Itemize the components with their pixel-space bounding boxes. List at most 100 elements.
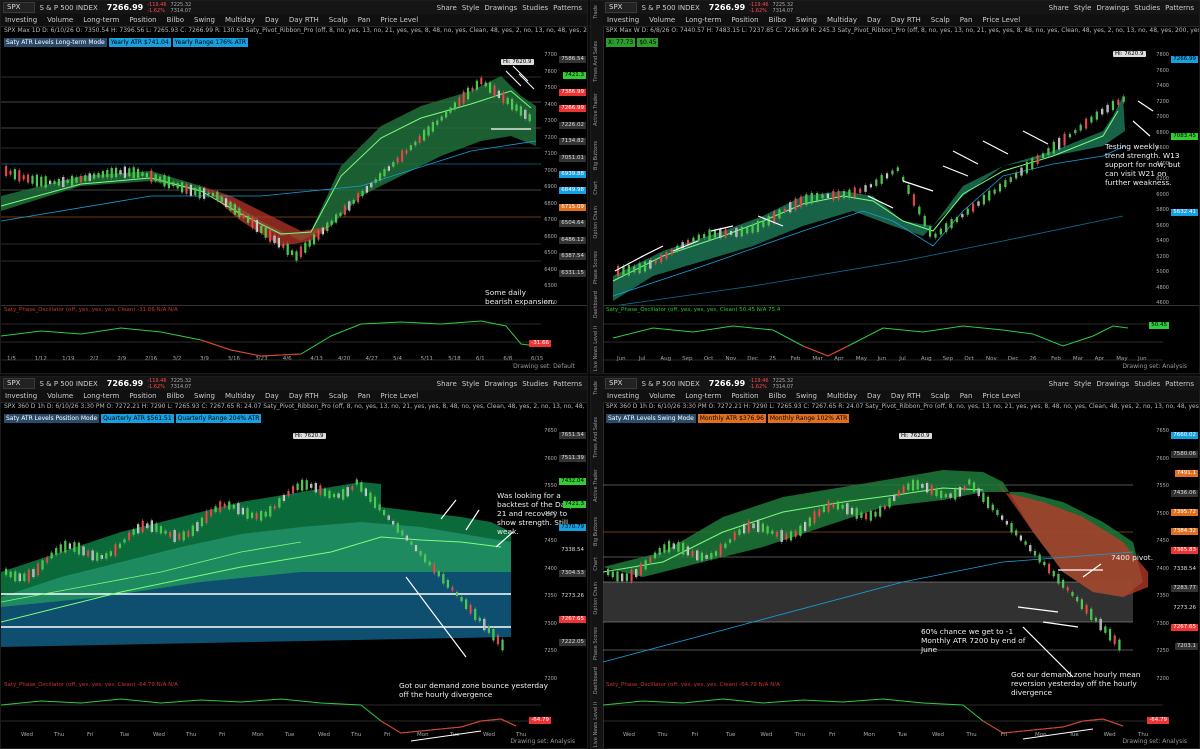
toolbar-bilbo[interactable]: Bilbo (769, 392, 786, 400)
toolbar-investing[interactable]: Investing (607, 392, 639, 400)
toolbar-pan[interactable]: Pan (358, 392, 371, 400)
symbol-input[interactable]: SPX (3, 378, 36, 389)
toolbar-scalp[interactable]: Scalp (329, 16, 348, 24)
side-tab-big-buttons[interactable]: Big Buttons (593, 517, 599, 546)
toolbar-day-rth[interactable]: Day RTH (289, 16, 319, 24)
drawing-set-label[interactable]: Drawing set: Analysis (1122, 738, 1187, 745)
side-tab-active-trader[interactable]: Active Trader (593, 93, 599, 126)
toolbar-day-rth[interactable]: Day RTH (289, 392, 319, 400)
side-tab-times-and-sales[interactable]: Times And Sales (593, 41, 599, 82)
side-tab-times-and-sales[interactable]: Times And Sales (593, 417, 599, 458)
toolbar-bilbo[interactable]: Bilbo (167, 16, 184, 24)
side-tab-live-news[interactable]: Live News (593, 346, 599, 371)
share-button[interactable]: Share (437, 380, 457, 388)
toolbar-day[interactable]: Day (867, 392, 881, 400)
patterns-button[interactable]: Patterns (553, 4, 582, 12)
style-button[interactable]: Style (1074, 4, 1092, 12)
studies-button[interactable]: Studies (1134, 380, 1160, 388)
toolbar-position[interactable]: Position (731, 16, 758, 24)
toolbar-long-term[interactable]: Long-term (83, 392, 119, 400)
side-tab-option-chain[interactable]: Option Chain (593, 582, 599, 615)
studies-button[interactable]: Studies (522, 4, 548, 12)
style-button[interactable]: Style (462, 4, 480, 12)
chart-panel-top-left[interactable]: SPX S & P 500 INDEX 7266.99 -119.46 -1.62… (0, 0, 588, 374)
side-tab-level-ii[interactable]: Level II (593, 326, 599, 344)
side-tab-option-chain[interactable]: Option Chain (593, 206, 599, 239)
side-tab-active-trader[interactable]: Active Trader (593, 469, 599, 502)
toolbar-pan[interactable]: Pan (358, 16, 371, 24)
style-button[interactable]: Style (462, 380, 480, 388)
patterns-button[interactable]: Patterns (553, 380, 582, 388)
toolbar-swing[interactable]: Swing (194, 392, 215, 400)
toolbar-bilbo[interactable]: Bilbo (769, 16, 786, 24)
toolbar-price-level[interactable]: Price Level (380, 392, 418, 400)
toolbar-long-term[interactable]: Long-term (83, 16, 119, 24)
drawing-set-label[interactable]: Drawing set: Analysis (510, 738, 575, 745)
drawings-button[interactable]: Drawings (484, 380, 517, 388)
toolbar-price-level[interactable]: Price Level (982, 392, 1020, 400)
side-tab-live-news[interactable]: Live News (593, 722, 599, 747)
share-button[interactable]: Share (1049, 4, 1069, 12)
side-tab-phase-scores[interactable]: Phase Scores (593, 251, 599, 284)
toolbar-multiday[interactable]: Multiday (827, 392, 857, 400)
side-tab-trade[interactable]: Trade (593, 5, 599, 19)
symbol-input[interactable]: SPX (605, 2, 638, 13)
toolbar-swing[interactable]: Swing (796, 16, 817, 24)
side-tab-chart[interactable]: Chart (593, 557, 599, 571)
toolbar-swing[interactable]: Swing (194, 16, 215, 24)
toolbar-scalp[interactable]: Scalp (931, 392, 950, 400)
drawing-set-label[interactable]: Drawing set: Analysis (1122, 363, 1187, 370)
toolbar-volume[interactable]: Volume (649, 16, 675, 24)
toolbar-day[interactable]: Day (265, 392, 279, 400)
toolbar-day[interactable]: Day (265, 16, 279, 24)
toolbar-scalp[interactable]: Scalp (931, 16, 950, 24)
side-tab-phase-scores[interactable]: Phase Scores (593, 627, 599, 660)
toolbar-volume[interactable]: Volume (649, 392, 675, 400)
studies-button[interactable]: Studies (1134, 4, 1160, 12)
share-button[interactable]: Share (1049, 380, 1069, 388)
price-chart[interactable] (1, 46, 588, 306)
toolbar-investing[interactable]: Investing (607, 16, 639, 24)
toolbar-long-term[interactable]: Long-term (685, 16, 721, 24)
toolbar-day-rth[interactable]: Day RTH (891, 392, 921, 400)
drawings-button[interactable]: Drawings (484, 4, 517, 12)
side-tab-level-ii[interactable]: Level II (593, 702, 599, 720)
toolbar-investing[interactable]: Investing (5, 16, 37, 24)
toolbar-day[interactable]: Day (867, 16, 881, 24)
drawing-set-label[interactable]: Drawing set: Default (513, 363, 575, 370)
toolbar-position[interactable]: Position (129, 16, 156, 24)
style-button[interactable]: Style (1074, 380, 1092, 388)
symbol-input[interactable]: SPX (605, 378, 638, 389)
toolbar-volume[interactable]: Volume (47, 392, 73, 400)
side-tab-trade[interactable]: Trade (593, 381, 599, 395)
toolbar-day-rth[interactable]: Day RTH (891, 16, 921, 24)
symbol-input[interactable]: SPX (3, 2, 36, 13)
toolbar-multiday[interactable]: Multiday (827, 16, 857, 24)
toolbar-position[interactable]: Position (731, 392, 758, 400)
toolbar-price-level[interactable]: Price Level (982, 16, 1020, 24)
side-tab-chart[interactable]: Chart (593, 181, 599, 195)
toolbar-multiday[interactable]: Multiday (225, 392, 255, 400)
patterns-button[interactable]: Patterns (1165, 380, 1194, 388)
drawings-button[interactable]: Drawings (1096, 4, 1129, 12)
toolbar-price-level[interactable]: Price Level (380, 16, 418, 24)
toolbar-scalp[interactable]: Scalp (329, 392, 348, 400)
chart-panel-bottom-right[interactable]: Trade Times And Sales Active Trader Big … (590, 376, 1200, 749)
side-tab-dashboard[interactable]: Dashboard (593, 291, 599, 318)
toolbar-investing[interactable]: Investing (5, 392, 37, 400)
drawings-button[interactable]: Drawings (1096, 380, 1129, 388)
toolbar-bilbo[interactable]: Bilbo (167, 392, 184, 400)
side-tab-dashboard[interactable]: Dashboard (593, 667, 599, 694)
toolbar-pan[interactable]: Pan (960, 16, 973, 24)
chart-panel-bottom-left[interactable]: SPX S & P 500 INDEX 7266.99 -119.46 -1.62… (0, 376, 588, 749)
patterns-button[interactable]: Patterns (1165, 4, 1194, 12)
side-tab-big-buttons[interactable]: Big Buttons (593, 141, 599, 170)
studies-button[interactable]: Studies (522, 380, 548, 388)
toolbar-long-term[interactable]: Long-term (685, 392, 721, 400)
share-button[interactable]: Share (437, 4, 457, 12)
price-chart[interactable] (1, 422, 588, 682)
toolbar-pan[interactable]: Pan (960, 392, 973, 400)
toolbar-volume[interactable]: Volume (47, 16, 73, 24)
toolbar-multiday[interactable]: Multiday (225, 16, 255, 24)
price-chart[interactable] (603, 422, 1200, 682)
